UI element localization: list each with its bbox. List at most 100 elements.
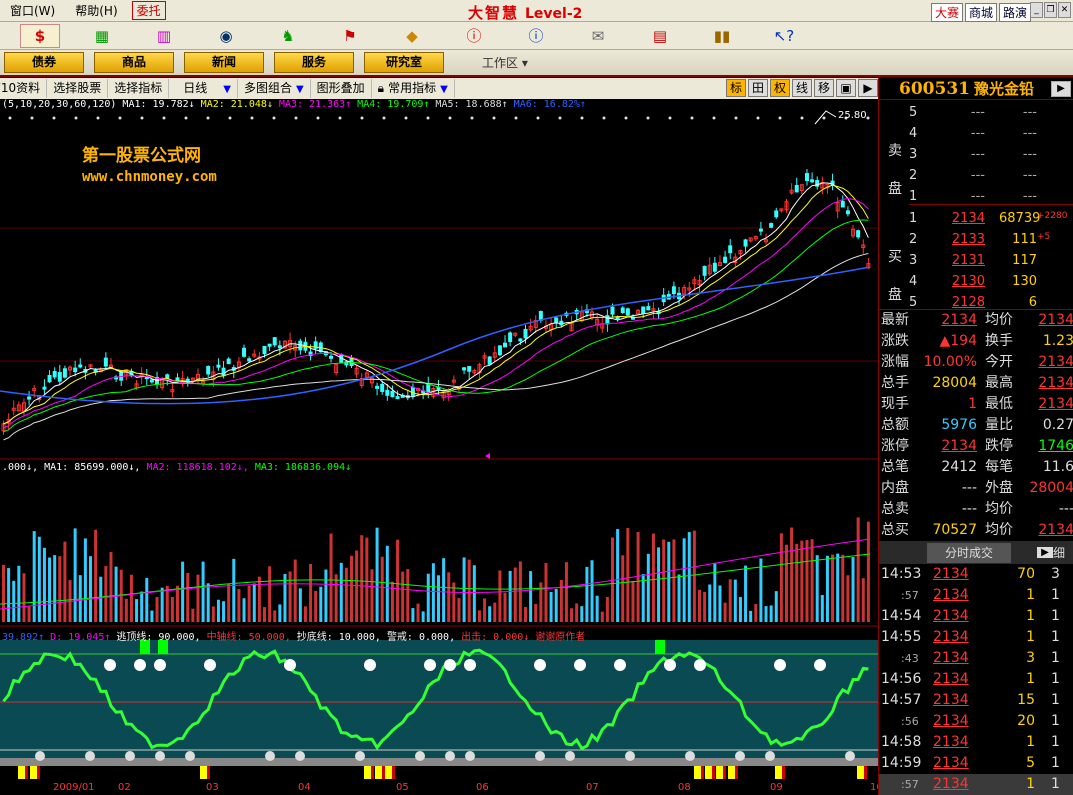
volume-bar — [22, 573, 26, 622]
chart-area[interactable]: (5,10,20,30,60,120) MA1: 19.782↓ MA2: 21.… — [0, 99, 883, 795]
tick-row[interactable]: :43 2134 3 1 — [879, 648, 1073, 669]
expand-icon[interactable]: ▶ — [1051, 80, 1071, 97]
close-icon[interactable]: ✕ — [1058, 2, 1071, 18]
minimize-icon[interactable]: _ — [1030, 2, 1043, 18]
dollar-icon[interactable]: $ — [20, 23, 60, 48]
next-icon[interactable]: ▶ — [1037, 547, 1053, 558]
candle — [395, 396, 400, 400]
alert-marker — [655, 640, 665, 654]
nav-news[interactable]: 新闻 — [184, 52, 264, 73]
books-icon[interactable]: ▮▮ — [702, 24, 742, 48]
smiley-top-icon — [284, 659, 296, 671]
smiley-bottom-icon — [85, 751, 95, 761]
mark-button[interactable]: 标 — [726, 79, 746, 97]
link-mall[interactable]: 商城 — [964, 3, 997, 22]
trade-button[interactable]: 委托 — [131, 1, 166, 20]
candle — [47, 375, 52, 383]
multi-chart-label: 多图组合 — [243, 81, 292, 95]
sell-row[interactable]: 2 --- --- — [909, 165, 1073, 186]
common-indicator-select[interactable]: 🔒︎ 常用指标 ▼ — [372, 79, 455, 98]
sector-icon[interactable]: ▥ — [144, 24, 184, 48]
sell-row[interactable]: 4 --- --- — [909, 123, 1073, 144]
volume-bar — [355, 550, 359, 622]
tick-row[interactable]: 14:54 2134 1 1 — [879, 606, 1073, 627]
buy-row[interactable]: 3 2131 117 — [909, 250, 1073, 271]
volume-bar — [416, 603, 420, 622]
workarea-menu[interactable]: 工作区 ▾ — [482, 54, 528, 71]
overlay-button[interactable]: 图形叠加 — [311, 79, 372, 98]
volume-bar — [334, 574, 338, 622]
restore-icon[interactable]: ❐ — [1044, 2, 1057, 18]
volume-bar — [513, 567, 517, 622]
tick-price: 2134 — [933, 776, 969, 792]
mail-icon[interactable]: ✉ — [578, 24, 618, 48]
volume-bar — [437, 575, 440, 622]
quote-icon[interactable]: ▦ — [82, 24, 122, 48]
flag-icon[interactable]: ⚑ — [330, 24, 370, 48]
sell-row[interactable]: 5 --- --- — [909, 102, 1073, 123]
volume-bar — [733, 579, 737, 622]
next-button[interactable]: ▶ — [858, 79, 878, 97]
smiley-bottom-icon — [155, 751, 165, 761]
marker-dot — [96, 116, 100, 120]
binoculars-icon[interactable]: ◉ — [206, 24, 246, 48]
period-select[interactable]: 日线 ▼ — [169, 79, 238, 98]
volume-bar — [636, 531, 640, 622]
tick-row[interactable]: 14:59 2134 5 1 — [879, 753, 1073, 774]
period-label: 日线 — [183, 81, 208, 95]
volume-bar — [590, 560, 594, 622]
signal-marker — [25, 766, 28, 779]
diamond-icon[interactable]: ◆ — [392, 24, 432, 48]
kline-chart[interactable] — [0, 99, 878, 795]
volume-bar — [559, 579, 563, 622]
select-stock-button[interactable]: 选择股票 — [47, 79, 109, 98]
select-indicator-button[interactable]: 选择指标 — [108, 79, 170, 98]
move-button[interactable]: 移 — [814, 79, 834, 97]
tick-row[interactable]: :56 2134 20 1 — [879, 711, 1073, 732]
nav-bonds[interactable]: 债券 — [4, 52, 84, 73]
nav-research[interactable]: 研究室 — [364, 52, 444, 73]
sell-row[interactable]: 3 --- --- — [909, 144, 1073, 165]
buy-row[interactable]: 2 2133 111 +5 — [909, 229, 1073, 250]
workarea-label: 工作区 — [482, 56, 519, 70]
menu-help[interactable]: 帮助(H) — [65, 2, 127, 19]
tick-count: 1 — [1051, 755, 1060, 771]
dropdown-icon: ▼ — [440, 84, 448, 95]
tick-row[interactable]: 14:55 2134 1 1 — [879, 627, 1073, 648]
help-cursor-icon[interactable]: ↖? — [764, 24, 804, 48]
tick-price: 2134 — [933, 608, 969, 624]
info-blue-icon[interactable]: ⓘ — [516, 24, 556, 48]
link-contest[interactable]: 大赛 — [930, 3, 963, 22]
tick-row[interactable]: 14:53 2134 70 3 — [879, 564, 1073, 585]
tick-row[interactable]: 14:58 2134 1 1 — [879, 732, 1073, 753]
candle — [206, 366, 211, 375]
f10-button[interactable]: F10资料 — [0, 79, 48, 98]
rights-button[interactable]: 权 — [770, 79, 790, 97]
date-tick-label: 2009/01 — [53, 782, 95, 793]
tick-row[interactable]: 14:57 2134 15 1 — [879, 690, 1073, 711]
menu-window[interactable]: 窗口(W) — [0, 2, 65, 19]
buy-row[interactable]: 1 2134 68739 +2280 — [909, 208, 1073, 229]
tab-ticks[interactable]: 分时成交 — [927, 542, 1012, 563]
smiley-top-icon — [364, 659, 376, 671]
volume-bar — [447, 572, 451, 622]
info-red-icon[interactable]: ⓘ — [454, 24, 494, 48]
tick-row[interactable]: :57 2134 1 1 — [879, 774, 1073, 795]
volume-bar — [631, 580, 635, 622]
multi-chart-select[interactable]: 多图组合 ▼ — [238, 79, 311, 98]
tick-row[interactable]: 14:56 2134 1 1 — [879, 669, 1073, 690]
buy-row[interactable]: 4 2130 130 — [909, 271, 1073, 292]
link-roadshow[interactable]: 路演 — [998, 3, 1031, 22]
box-button[interactable]: ▣ — [836, 79, 856, 97]
nav-commodities[interactable]: 商品 — [94, 52, 174, 73]
line-button[interactable]: 线 — [792, 79, 812, 97]
tab-detail[interactable]: 细 — [1053, 544, 1073, 561]
volume-bar — [273, 610, 277, 622]
smiley-top-icon — [444, 659, 456, 671]
grid-button[interactable]: 田 — [748, 79, 768, 97]
volume-bar — [805, 540, 809, 622]
tick-row[interactable]: :57 2134 1 1 — [879, 585, 1073, 606]
nav-services[interactable]: 服务 — [274, 52, 354, 73]
window-icon[interactable]: ▤ — [640, 24, 680, 48]
bell-icon[interactable]: ♞ — [268, 24, 308, 48]
